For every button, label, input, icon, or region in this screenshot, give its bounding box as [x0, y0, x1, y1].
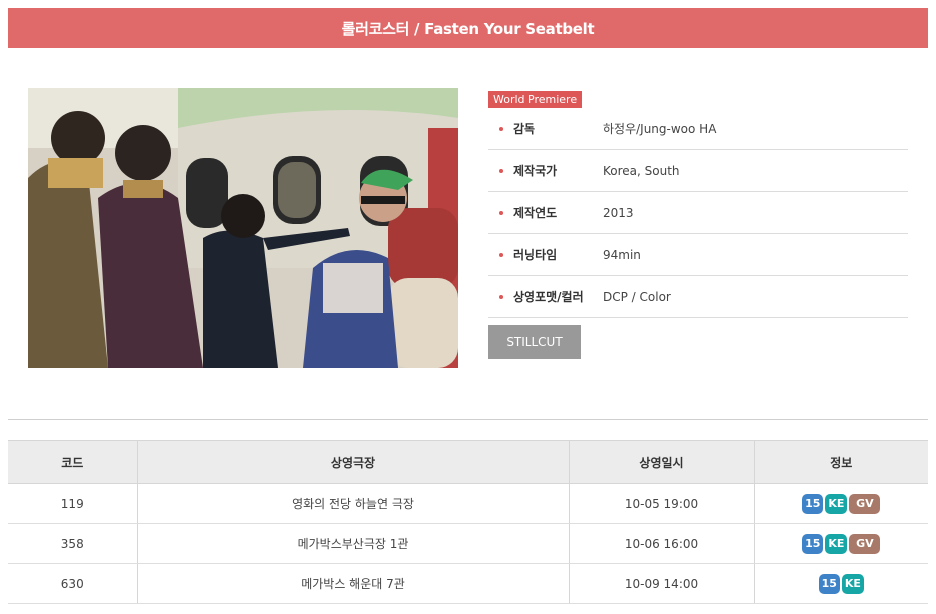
- detail-value: 2013: [603, 205, 634, 220]
- bullet-icon: [499, 126, 503, 131]
- age-rating-badge: 15: [802, 533, 824, 554]
- bullet-icon: [499, 168, 503, 173]
- column-header-code: 코드: [8, 440, 137, 484]
- detail-label: 제작연도: [513, 206, 558, 220]
- premiere-badge: World Premiere: [488, 91, 583, 108]
- column-header-info: 정보: [753, 440, 928, 484]
- detail-value: DCP / Color: [603, 289, 671, 304]
- table-row: 119 영화의 전당 하늘연 극장 10-05 19:00 15 KE GV: [8, 483, 928, 524]
- detail-row-format: 상영포맷/컬러 DCP / Color: [488, 276, 908, 318]
- detail-row-year: 제작연도 2013: [488, 192, 908, 234]
- ke-badge: KE: [825, 533, 848, 554]
- bullet-icon: [499, 210, 503, 215]
- table-row: 358 메가박스부산극장 1관 10-06 16:00 15 KE GV: [8, 523, 928, 564]
- section-divider: [8, 419, 928, 420]
- theater-name: 메가박스부산극장 1관: [136, 523, 569, 564]
- detail-value: 하정우/Jung-woo HA: [603, 122, 717, 136]
- ke-badge: KE: [825, 493, 848, 514]
- screening-info-tags: 15 KE GV: [753, 523, 928, 564]
- page-title: 롤러코스터 / Fasten Your Seatbelt: [8, 8, 928, 48]
- age-rating-badge: 15: [802, 493, 824, 514]
- table-row: 630 메가박스 해운대 7관 10-09 14:00 15 KE: [8, 563, 928, 604]
- detail-value: Korea, South: [603, 163, 680, 178]
- detail-label: 상영포맷/컬러: [513, 290, 584, 304]
- ke-badge: KE: [841, 573, 864, 594]
- screening-code: 358: [8, 523, 137, 564]
- screening-datetime: 10-09 14:00: [568, 563, 754, 604]
- age-rating-badge: 15: [818, 573, 840, 594]
- screening-datetime: 10-05 19:00: [568, 483, 754, 524]
- film-details-list: 감독 하정우/Jung-woo HA 제작국가 Korea, South 제작연…: [488, 108, 908, 318]
- detail-label: 감독: [513, 122, 536, 136]
- screening-info-tags: 15 KE GV: [753, 483, 928, 524]
- film-still-image[interactable]: [28, 88, 458, 368]
- screening-schedule-table: 코드 상영극장 상영일시 정보 119 영화의 전당 하늘연 극장 10-05 …: [8, 440, 928, 604]
- stillcut-button[interactable]: STILLCUT: [488, 325, 581, 359]
- bullet-icon: [499, 252, 503, 257]
- detail-label: 제작국가: [513, 164, 558, 178]
- gv-badge: GV: [849, 533, 881, 554]
- column-header-theater: 상영극장: [136, 440, 569, 484]
- detail-row-director: 감독 하정우/Jung-woo HA: [488, 108, 908, 150]
- screening-datetime: 10-06 16:00: [568, 523, 754, 564]
- theater-name: 영화의 전당 하늘연 극장: [136, 483, 569, 524]
- gv-badge: GV: [849, 493, 881, 514]
- detail-row-country: 제작국가 Korea, South: [488, 150, 908, 192]
- screening-info-tags: 15 KE: [753, 563, 928, 604]
- screening-code: 119: [8, 483, 137, 524]
- theater-name: 메가박스 해운대 7관: [136, 563, 569, 604]
- table-header-row: 코드 상영극장 상영일시 정보: [8, 440, 928, 484]
- detail-value: 94min: [603, 247, 641, 262]
- bullet-icon: [499, 294, 503, 299]
- detail-label: 러닝타임: [513, 248, 558, 262]
- detail-row-runtime: 러닝타임 94min: [488, 234, 908, 276]
- column-header-datetime: 상영일시: [568, 440, 754, 484]
- screening-code: 630: [8, 563, 137, 604]
- film-info-panel: World Premiere 감독 하정우/Jung-woo HA 제작국가 K…: [488, 88, 908, 318]
